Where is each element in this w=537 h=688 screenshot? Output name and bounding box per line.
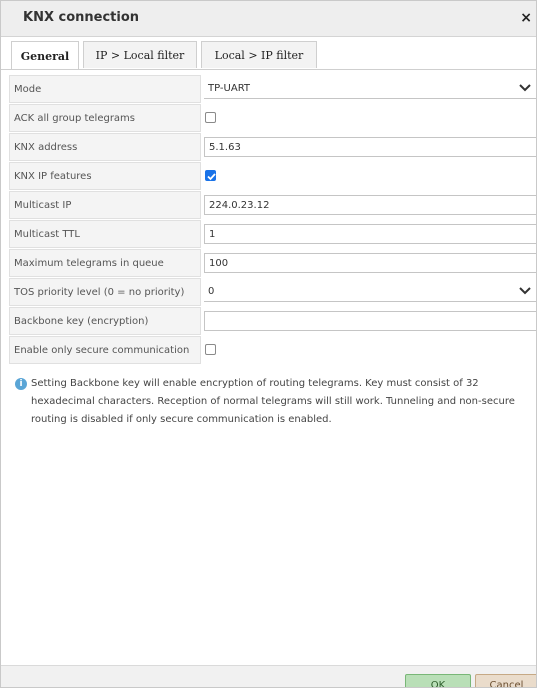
close-icon[interactable]: × [520, 10, 532, 26]
multicast-ip-label: Multicast IP [9, 191, 201, 219]
row-secure-only: Enable only secure communication [9, 336, 536, 364]
knx-address-label: KNX address [9, 133, 201, 161]
backbone-key-input[interactable] [204, 311, 536, 331]
info-note: i Setting Backbone key will enable encry… [15, 375, 525, 429]
knx-ip-features-label: KNX IP features [9, 162, 201, 190]
tos-priority-select[interactable]: 0 [204, 282, 536, 302]
tos-priority-value: 0 [208, 286, 215, 297]
row-knx-address: KNX address 5.1.63 [9, 133, 536, 161]
knx-address-input[interactable]: 5.1.63 [204, 137, 536, 157]
tab-general[interactable]: General [11, 41, 79, 70]
ack-all-checkbox[interactable] [205, 112, 216, 123]
secure-only-checkbox[interactable] [205, 344, 216, 355]
knx-connection-dialog: KNX connection × General IP > Local filt… [0, 0, 537, 688]
row-multicast-ttl: Multicast TTL 1 [9, 220, 536, 248]
multicast-ttl-label: Multicast TTL [9, 220, 201, 248]
tos-priority-label: TOS priority level (0 = no priority) [9, 278, 201, 306]
cancel-button[interactable]: Cancel [475, 674, 536, 687]
row-multicast-ip: Multicast IP 224.0.23.12 [9, 191, 536, 219]
mode-label: Mode [9, 75, 201, 103]
chevron-down-icon [519, 287, 531, 295]
checkmark-icon [207, 173, 216, 181]
mode-value: TP-UART [208, 83, 251, 94]
knx-ip-features-checkbox[interactable] [205, 170, 216, 181]
mode-select[interactable]: TP-UART [204, 79, 536, 99]
info-text: Setting Backbone key will enable encrypt… [31, 378, 515, 425]
row-max-queue: Maximum telegrams in queue 100 [9, 249, 536, 277]
multicast-ip-input[interactable]: 224.0.23.12 [204, 195, 536, 215]
tab-local-ip-filter[interactable]: Local > IP filter [201, 41, 317, 68]
max-queue-input[interactable]: 100 [204, 253, 536, 273]
dialog-titlebar: KNX connection × [1, 1, 536, 37]
secure-only-label: Enable only secure communication [9, 336, 201, 364]
dialog-title: KNX connection [23, 10, 140, 25]
backbone-key-label: Backbone key (encryption) [9, 307, 201, 335]
row-backbone-key: Backbone key (encryption) [9, 307, 536, 335]
row-tos-priority: TOS priority level (0 = no priority) 0 [9, 278, 536, 306]
dialog-footer: OK Cancel [1, 665, 536, 687]
multicast-ttl-input[interactable]: 1 [204, 224, 536, 244]
info-icon: i [15, 378, 27, 390]
ack-all-label: ACK all group telegrams [9, 104, 201, 132]
row-mode: Mode TP-UART [9, 75, 536, 103]
max-queue-label: Maximum telegrams in queue [9, 249, 201, 277]
tab-ip-local-filter[interactable]: IP > Local filter [83, 41, 197, 68]
row-ack-all: ACK all group telegrams [9, 104, 536, 132]
row-knx-ip-features: KNX IP features [9, 162, 536, 190]
chevron-down-icon [519, 84, 531, 92]
ok-button[interactable]: OK [405, 674, 471, 687]
tab-divider [1, 69, 536, 70]
